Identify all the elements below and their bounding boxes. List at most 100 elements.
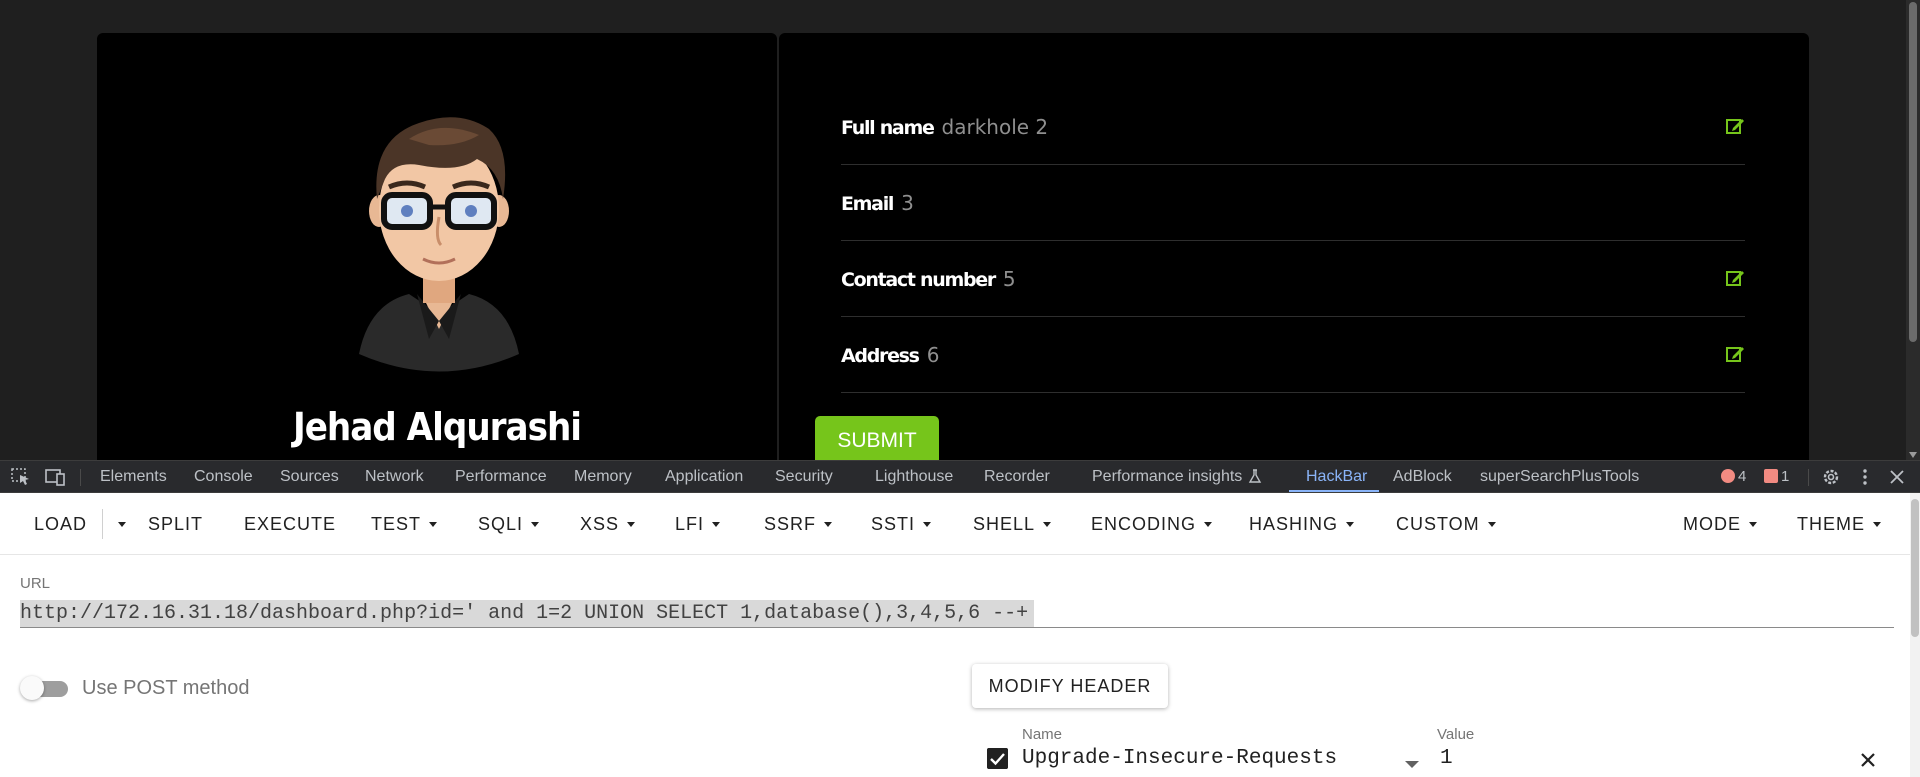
url-input[interactable]: http://172.16.31.18/dashboard.php?id=' a… [20,600,1894,628]
remove-header-close-icon[interactable] [1857,749,1879,771]
tab-sources[interactable]: Sources [280,461,339,492]
active-tab-indicator [1289,490,1379,492]
chevron-down-icon [712,522,721,527]
theme-menu[interactable]: THEME [1797,493,1881,555]
tab-lighthouse[interactable]: Lighthouse [875,461,953,492]
load-options-button[interactable] [110,493,126,555]
test-menu[interactable]: TEST [371,493,438,555]
avatar [359,117,519,372]
chevron-down-icon [429,522,438,527]
close-icon[interactable] [1887,468,1907,486]
devtools-tab-bar: Elements Console Sources Network Perform… [0,460,1920,493]
header-value-label: Value [1437,726,1475,743]
tab-security[interactable]: Security [775,461,833,492]
field-row-email: Email 3 [841,165,1745,241]
ssrf-menu[interactable]: SSRF [764,493,833,555]
chevron-down-icon [627,522,636,527]
submit-button[interactable]: SUBMIT [815,416,939,460]
field-row-address: Address 6 [841,317,1745,393]
scroll-down-arrow-icon[interactable] [1909,452,1917,458]
encoding-menu[interactable]: ENCODING [1091,493,1213,555]
hashing-menu[interactable]: HASHING [1249,493,1355,555]
execute-button[interactable]: EXECUTE [244,493,336,555]
header-enabled-checkbox[interactable] [987,748,1008,769]
hackbar-scrollbar[interactable] [1910,493,1920,777]
tab-performance-insights[interactable]: Performance insights [1092,461,1262,492]
chevron-down-icon [824,522,833,527]
chevron-down-icon [1204,522,1213,527]
profile-name: Jehad Alqurashi [293,405,582,449]
shell-menu[interactable]: SHELL [973,493,1052,555]
settings-icon[interactable] [1821,468,1841,486]
details-card: Full name darkhole 2 Email 3 Contact numbe… [779,33,1809,460]
hackbar-scroll-thumb[interactable] [1911,499,1919,637]
header-name-label: Name [1022,726,1063,743]
chevron-down-icon [1873,522,1881,527]
mode-menu[interactable]: MODE [1683,493,1757,555]
field-label: Address 6 [841,343,940,367]
lfi-menu[interactable]: LFI [675,493,721,555]
chevron-down-icon [118,522,126,527]
toolbar-divider [1808,469,1809,486]
tab-network[interactable]: Network [365,461,424,492]
tab-performance[interactable]: Performance [455,461,547,492]
page-scrollbar[interactable] [1906,0,1920,460]
inspect-element-icon[interactable] [11,468,31,486]
hackbar-menu: LOAD SPLIT EXECUTE TEST SQLI XSS LFI SSR… [0,493,1920,555]
error-count-badge[interactable]: 4 [1721,461,1746,492]
split-button[interactable]: SPLIT [148,493,203,555]
issue-icon [1764,469,1778,483]
custom-menu[interactable]: CUSTOM [1396,493,1496,555]
chevron-down-icon [1749,522,1757,527]
tab-adblock[interactable]: AdBlock [1393,461,1452,492]
field-value: 6 [926,343,940,367]
chevron-down-icon [1346,522,1355,527]
toggle-knob [20,676,44,700]
chevron-down-icon [531,522,540,527]
header-name-select[interactable]: Upgrade-Insecure-Requests [1022,747,1337,770]
dropdown-arrow-icon[interactable] [1405,761,1419,768]
post-method-toggle[interactable] [20,674,70,702]
tab-supersearchplustools[interactable]: superSearchPlusTools [1480,461,1639,492]
tab-application[interactable]: Application [665,461,743,492]
device-toolbar-icon[interactable] [45,468,65,486]
field-row-contact-number: Contact number 5 [841,241,1745,317]
ssti-menu[interactable]: SSTI [871,493,932,555]
load-button[interactable]: LOAD [34,493,87,555]
issues-count-badge[interactable]: 1 [1764,461,1789,492]
chevron-down-icon [1487,522,1496,527]
field-value: 3 [901,191,914,215]
web-page-viewport: Jehad Alqurashi Web Designer & Developer… [0,0,1920,460]
field-value: darkhole 2 [941,115,1049,139]
sqli-menu[interactable]: SQLI [478,493,540,555]
experiment-flask-icon [1249,469,1262,483]
edit-icon[interactable] [1725,344,1745,364]
tab-elements[interactable]: Elements [100,461,167,492]
chevron-down-icon [923,522,932,527]
edit-icon[interactable] [1725,268,1745,288]
field-label: Email 3 [841,191,914,215]
tab-memory[interactable]: Memory [574,461,632,492]
chevron-down-icon [1043,522,1052,527]
post-method-label: Use POST method [82,677,250,699]
url-input-value[interactable]: http://172.16.31.18/dashboard.php?id=' a… [20,600,1035,627]
more-vert-icon[interactable] [1855,468,1875,486]
edit-icon[interactable] [1725,116,1745,136]
field-row-full-name: Full name darkhole 2 [841,89,1745,165]
xss-menu[interactable]: XSS [580,493,636,555]
field-label: Contact number 5 [841,267,1016,291]
field-value: 5 [1002,267,1016,291]
menu-divider [102,509,103,539]
tab-hackbar[interactable]: HackBar [1306,461,1367,492]
field-label: Full name darkhole 2 [841,115,1049,139]
profile-card: Jehad Alqurashi Web Designer & Developer [97,33,777,460]
header-value-input[interactable]: 1 [1440,747,1453,770]
url-label: URL [20,575,51,592]
tab-recorder[interactable]: Recorder [984,461,1050,492]
toolbar-divider [80,469,81,486]
hackbar-panel: LOAD SPLIT EXECUTE TEST SQLI XSS LFI SSR… [0,493,1920,777]
error-icon [1721,469,1735,483]
modify-header-button[interactable]: MODIFY HEADER [972,664,1168,708]
tab-console[interactable]: Console [194,461,253,492]
page-scroll-thumb[interactable] [1909,2,1917,342]
